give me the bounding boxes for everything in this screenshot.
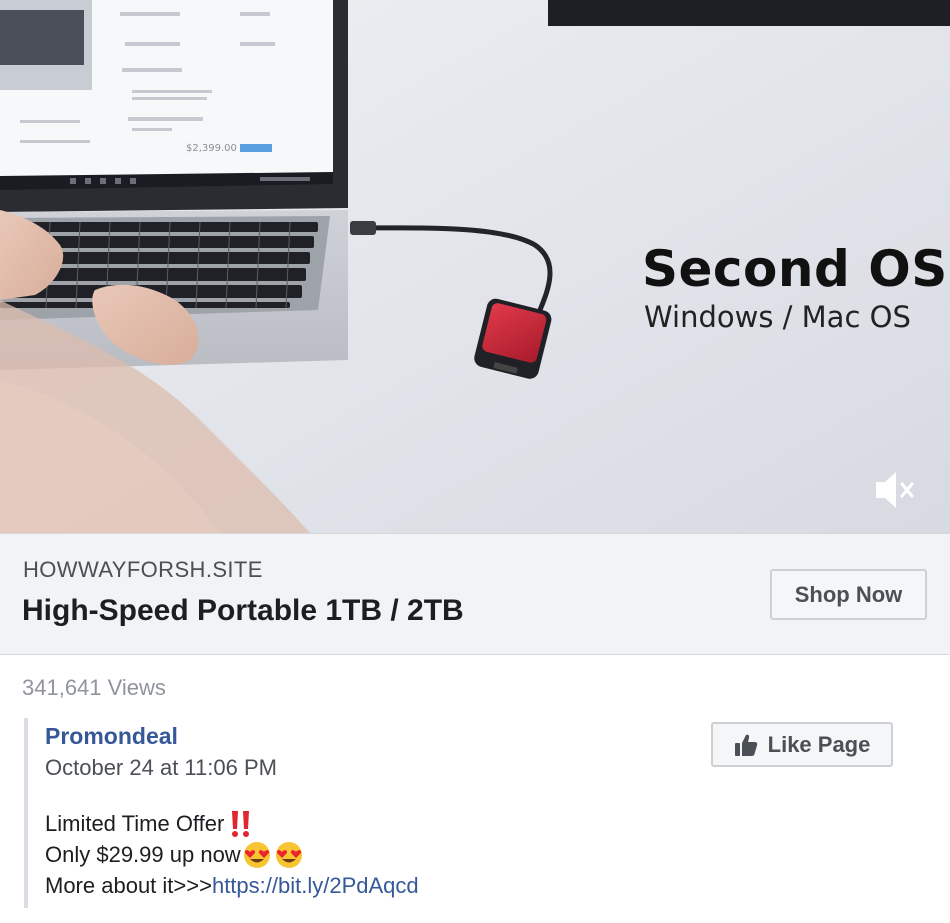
post-timestamp[interactable]: October 24 at 11:06 PM <box>45 755 277 781</box>
more-about-text: More about it>>> <box>45 873 212 898</box>
heart-eyes-emoji-icon <box>275 841 302 868</box>
like-page-button[interactable]: Like Page <box>711 722 893 767</box>
video-overlay-title: Second OS <box>642 240 948 298</box>
thumbs-up-icon <box>734 734 757 756</box>
video-overlay-subtitle: Windows / Mac OS <box>644 300 911 334</box>
heart-eyes-emoji-icon <box>243 841 270 868</box>
speaker-muted-icon <box>876 472 914 508</box>
mute-button[interactable] <box>868 468 920 512</box>
like-page-label: Like Page <box>767 731 871 757</box>
post-text: Limited Time Offer Only $29.99 up now Mo… <box>45 808 419 901</box>
screen-price: $2,399.00 <box>186 143 237 154</box>
post-line-1: Limited Time Offer <box>45 808 419 839</box>
post-url-link[interactable]: https://bit.ly/2PdAqcd <box>212 870 419 901</box>
offer-text: Limited Time Offer <box>45 811 225 836</box>
double-exclamation-icon <box>232 810 250 837</box>
video-player[interactable]: $2,399.00 Second OS Windows / Mac OS <box>0 0 950 533</box>
price-text: Only $29.99 up now <box>45 842 241 867</box>
view-count: 341,641 Views <box>22 675 166 700</box>
post-line-2: Only $29.99 up now <box>45 839 419 870</box>
link-preview[interactable]: HOWWAYFORSH.SITE High-Speed Portable 1TB… <box>0 533 950 655</box>
link-domain: HOWWAYFORSH.SITE <box>23 557 263 582</box>
shop-now-button[interactable]: Shop Now <box>770 569 927 620</box>
shared-post: Promondeal October 24 at 11:06 PM Like P… <box>24 718 908 908</box>
link-headline[interactable]: High-Speed Portable 1TB / 2TB <box>22 594 464 628</box>
post-line-3: More about it>>> https://bit.ly/2PdAqcd <box>45 870 419 901</box>
page-name-link[interactable]: Promondeal <box>45 723 178 750</box>
